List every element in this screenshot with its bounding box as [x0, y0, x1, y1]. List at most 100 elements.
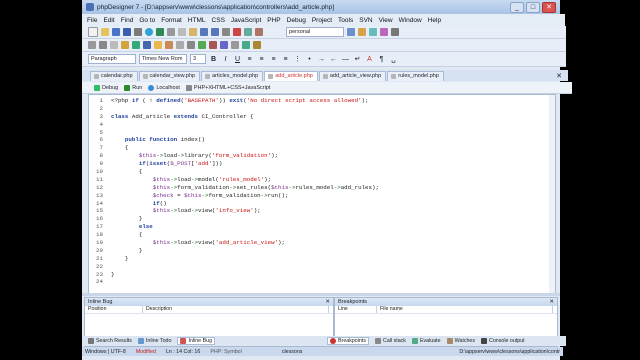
- bookmark-icon[interactable]: [244, 28, 252, 36]
- menu-css[interactable]: CSS: [212, 17, 225, 24]
- close-button[interactable]: ✕: [542, 1, 556, 13]
- code-line[interactable]: 11 $this->load->model('rules_model');: [89, 176, 555, 184]
- open-folder-icon[interactable]: [101, 28, 109, 36]
- settings-icon[interactable]: [391, 28, 399, 36]
- input-icon[interactable]: [176, 41, 184, 49]
- code-line[interactable]: 2: [89, 105, 555, 113]
- code-line[interactable]: 22: [89, 263, 555, 271]
- tab-watches[interactable]: Watches: [446, 338, 475, 344]
- paste-icon[interactable]: [189, 28, 197, 36]
- menu-find[interactable]: Find: [121, 17, 134, 24]
- localhost-button[interactable]: Localhost: [148, 84, 180, 91]
- debug-button[interactable]: Debug: [94, 84, 118, 91]
- nbsp-icon[interactable]: ␣: [389, 55, 398, 64]
- save-all-icon[interactable]: [123, 28, 131, 36]
- menu-html[interactable]: HTML: [188, 17, 206, 24]
- maximize-button[interactable]: □: [526, 1, 540, 13]
- save-icon[interactable]: [112, 28, 120, 36]
- copy-icon[interactable]: [178, 28, 186, 36]
- tag-icon[interactable]: [88, 41, 96, 49]
- tab-calendar-view[interactable]: calendar_view.php: [138, 71, 201, 81]
- tab-inline-bug[interactable]: Inline Bug: [177, 337, 216, 345]
- tab-evaluate[interactable]: Evaluate: [411, 338, 441, 344]
- script-icon[interactable]: [220, 41, 228, 49]
- close-tab-icon[interactable]: ✕: [556, 72, 562, 81]
- code-line[interactable]: 15 $this->load->view('info_view');: [89, 207, 555, 215]
- vertical-scrollbar[interactable]: [549, 95, 555, 293]
- horizontal-rule-icon[interactable]: ―: [341, 55, 350, 64]
- run-button[interactable]: Run: [124, 84, 142, 91]
- column-position[interactable]: Position: [88, 306, 143, 313]
- tab-breakpoints[interactable]: Breakpoints: [327, 337, 369, 345]
- project-combo[interactable]: personal: [286, 27, 344, 37]
- list-icon[interactable]: [187, 41, 195, 49]
- minimize-button[interactable]: _: [510, 1, 524, 13]
- cut-icon[interactable]: [167, 28, 175, 36]
- font-size-select[interactable]: 3: [190, 54, 206, 64]
- panel-splitter[interactable]: [82, 293, 560, 296]
- menu-javascript[interactable]: JavaScript: [231, 17, 261, 24]
- table-icon[interactable]: [132, 41, 140, 49]
- column-file-name[interactable]: File name: [377, 306, 553, 313]
- column-description[interactable]: Description: [143, 306, 329, 313]
- div-icon[interactable]: [99, 41, 107, 49]
- tab-add-article-view[interactable]: add_article_view.php: [318, 71, 387, 81]
- menu-format[interactable]: Format: [161, 17, 182, 24]
- validate-icon[interactable]: [242, 41, 250, 49]
- code-line[interactable]: 5: [89, 129, 555, 137]
- tab-articles-model[interactable]: articles_model.php: [201, 71, 264, 81]
- code-line[interactable]: 3 class Add_article extends CI_Controller…: [89, 113, 555, 121]
- justify-icon[interactable]: ≡: [281, 55, 290, 64]
- code-line[interactable]: 4: [89, 121, 555, 129]
- link-icon[interactable]: [143, 41, 151, 49]
- menu-project[interactable]: Project: [312, 17, 332, 24]
- code-line[interactable]: 6 public function index(): [89, 136, 555, 144]
- tab-console-output[interactable]: Console output: [481, 338, 525, 344]
- folder-icon[interactable]: [358, 28, 366, 36]
- code-line[interactable]: 12 $this->form_validation->set_rules($th…: [89, 184, 555, 192]
- code-line[interactable]: 18 {: [89, 231, 555, 239]
- stop-icon[interactable]: [233, 28, 241, 36]
- close-panel-icon[interactable]: ✕: [325, 298, 330, 306]
- code-line[interactable]: 9 if(isset($_POST['add'])): [89, 160, 555, 168]
- unordered-list-icon[interactable]: •: [305, 55, 314, 64]
- paragraph-mark-icon[interactable]: ¶: [377, 55, 386, 64]
- tab-calendar[interactable]: calendar.php: [90, 71, 138, 81]
- menu-edit[interactable]: Edit: [103, 17, 114, 24]
- italic-icon[interactable]: I: [221, 55, 230, 64]
- underline-icon[interactable]: U: [233, 55, 242, 64]
- menu-debug[interactable]: Debug: [287, 17, 306, 24]
- menu-help[interactable]: Help: [428, 17, 441, 24]
- tab-add-article[interactable]: add_article.php: [264, 71, 318, 81]
- find-icon[interactable]: [222, 28, 230, 36]
- tidy-icon[interactable]: [253, 41, 261, 49]
- tab-inline-todo[interactable]: Inline Todo: [137, 338, 171, 344]
- language-mode-button[interactable]: PHP+XHTML+CSS+JavaScript: [185, 84, 270, 91]
- bold-icon[interactable]: B: [209, 55, 218, 64]
- print-icon[interactable]: [134, 28, 142, 36]
- code-line[interactable]: 7 {: [89, 144, 555, 152]
- menu-go-to[interactable]: Go to: [139, 17, 155, 24]
- ordered-list-icon[interactable]: ⋮: [293, 55, 302, 64]
- code-line[interactable]: 21 }: [89, 255, 555, 263]
- menu-view[interactable]: View: [379, 17, 393, 24]
- new-file-icon[interactable]: [88, 27, 98, 37]
- undo-icon[interactable]: [200, 28, 208, 36]
- image-icon[interactable]: [121, 41, 129, 49]
- outdent-icon[interactable]: ←: [329, 55, 338, 64]
- line-break-icon[interactable]: ↵: [353, 55, 362, 64]
- font-select[interactable]: Times New Rom: [139, 54, 187, 64]
- snippet-icon[interactable]: [380, 28, 388, 36]
- menu-php[interactable]: PHP: [267, 17, 280, 24]
- code-line[interactable]: 19 $this->load->view('add_article_view')…: [89, 239, 555, 247]
- preview-icon[interactable]: [156, 28, 164, 36]
- code-line[interactable]: 14 if(): [89, 200, 555, 208]
- menu-svn[interactable]: SVN: [359, 17, 372, 24]
- globe-icon[interactable]: [145, 28, 153, 36]
- ftp-icon[interactable]: [369, 28, 377, 36]
- comment-icon[interactable]: [209, 41, 217, 49]
- span-icon[interactable]: [110, 41, 118, 49]
- code-line[interactable]: 17 else: [89, 223, 555, 231]
- tab-rules-model[interactable]: rules_model.php: [387, 71, 444, 81]
- align-center-icon[interactable]: ≡: [257, 55, 266, 64]
